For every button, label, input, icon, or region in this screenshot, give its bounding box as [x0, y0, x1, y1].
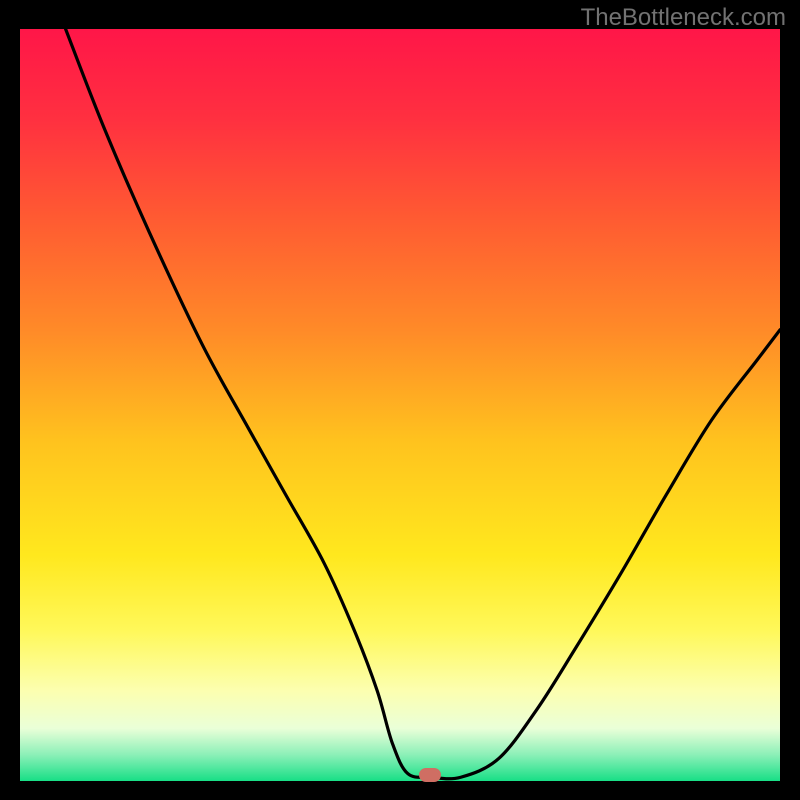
- watermark-text: TheBottleneck.com: [581, 4, 786, 32]
- chart-frame: TheBottleneck.com: [0, 0, 800, 800]
- optimal-marker: [419, 768, 441, 782]
- bottleneck-chart: [20, 29, 780, 781]
- chart-background: [20, 29, 780, 781]
